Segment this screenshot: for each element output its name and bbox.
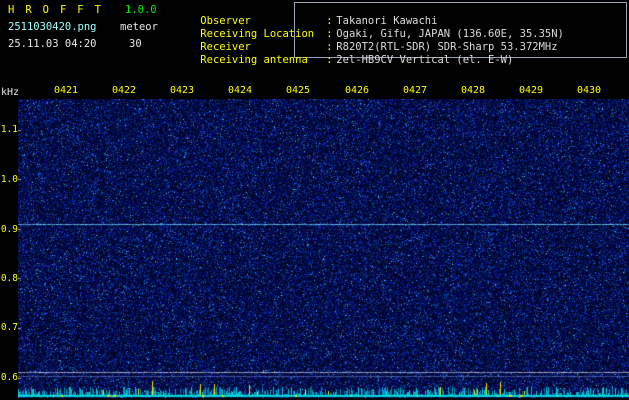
x-tick-label: 0425 bbox=[285, 85, 311, 96]
app-title: HROFFT bbox=[8, 4, 112, 16]
observation-datetime: 25.11.03 04:20 bbox=[8, 38, 97, 50]
x-tick-label: 0427 bbox=[402, 85, 428, 96]
x-tick-label: 0428 bbox=[460, 85, 486, 96]
x-tick-label: 0424 bbox=[227, 85, 253, 96]
station-label: Receiving antenna bbox=[200, 54, 308, 66]
x-tick-label: 0421 bbox=[53, 85, 79, 96]
duration-minutes: 30 bbox=[129, 38, 142, 50]
spectrogram-canvas bbox=[18, 99, 629, 398]
x-tick-label: 0430 bbox=[576, 85, 602, 96]
app-version: 1.0.0 bbox=[125, 4, 157, 16]
y-tick-label: 1.0 bbox=[0, 174, 18, 185]
station-value: 2el-HB9CV Vertical (el. E-W) bbox=[336, 54, 514, 66]
y-tick-label: 0.6 bbox=[0, 372, 18, 383]
y-axis-unit: kHz bbox=[1, 87, 20, 98]
hrofft-window: HROFFT 1.0.0 2511030420.png meteor 25.11… bbox=[0, 0, 629, 400]
observation-mode: meteor bbox=[120, 21, 158, 33]
output-filename: 2511030420.png bbox=[8, 21, 97, 33]
station-separator: : bbox=[326, 54, 333, 66]
x-tick-label: 0429 bbox=[518, 85, 544, 96]
y-tick-label: 1.1 bbox=[0, 124, 18, 135]
x-tick-label: 0422 bbox=[111, 85, 137, 96]
y-tick-label: 0.8 bbox=[0, 273, 18, 284]
x-tick-label: 0426 bbox=[344, 85, 370, 96]
x-tick-label: 0423 bbox=[169, 85, 195, 96]
station-info-row: Receiving antenna:2el-HB9CV Vertical (el… bbox=[175, 44, 513, 77]
y-tick-label: 0.9 bbox=[0, 224, 18, 235]
y-tick-label: 0.7 bbox=[0, 322, 18, 333]
